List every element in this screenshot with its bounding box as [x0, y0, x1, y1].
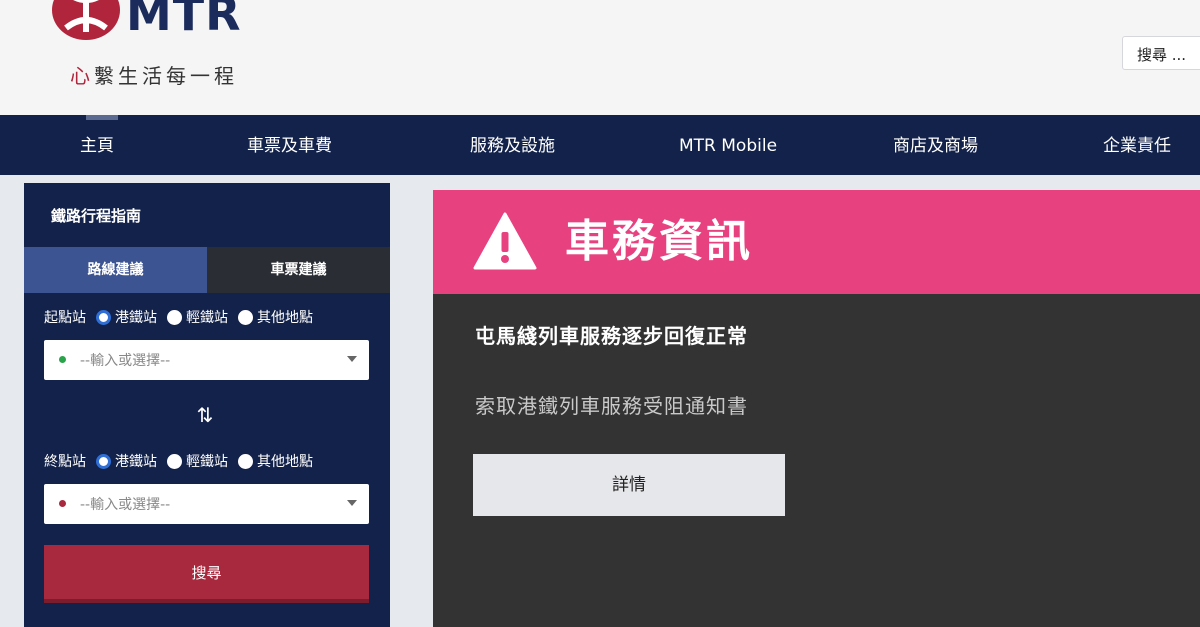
swap-icon[interactable]: ⇅: [190, 403, 220, 431]
chevron-down-icon: [347, 356, 357, 362]
logo-text[interactable]: MTR: [126, 0, 242, 44]
nav-item-tickets-fares[interactable]: 車票及車費: [247, 115, 332, 175]
tab-fare-suggestion[interactable]: 車票建議: [207, 247, 390, 293]
destination-type-row: 終點站 港鐵站 輕鐵站 其他地點: [44, 450, 319, 472]
destination-mtr-radio[interactable]: [96, 453, 111, 469]
planner-search-button[interactable]: 搜尋: [44, 545, 369, 603]
origin-placeholder: --輸入或選擇--: [80, 353, 171, 369]
slogan-heart: 心: [70, 64, 94, 88]
destination-other-label[interactable]: 其他地點: [257, 451, 313, 471]
destination-lrt-label[interactable]: 輕鐵站: [186, 451, 228, 471]
nav-item-home[interactable]: 主頁: [80, 115, 114, 175]
origin-other-label[interactable]: 其他地點: [257, 307, 313, 327]
header-search-button[interactable]: 搜尋 ...: [1122, 36, 1200, 70]
nav-item-services-facilities[interactable]: 服務及設施: [470, 115, 555, 175]
main-nav: 主頁 車票及車費 服務及設施 MTR Mobile 商店及商場 企業責任: [0, 115, 1200, 175]
origin-lrt-label[interactable]: 輕鐵站: [186, 307, 228, 327]
origin-type-row: 起點站 港鐵站 輕鐵站 其他地點: [44, 306, 319, 328]
details-button[interactable]: 詳情: [473, 454, 785, 516]
destination-dot-icon: [59, 500, 66, 507]
origin-mtr-radio[interactable]: [96, 309, 111, 325]
site-header: MTR 心繫生活每一程 搜尋 ...: [0, 0, 1200, 115]
slogan-rest: 繫生活每一程: [94, 64, 238, 88]
origin-dot-icon: [59, 356, 66, 363]
nav-item-shops-malls[interactable]: 商店及商場: [893, 115, 978, 175]
origin-lrt-radio[interactable]: [167, 309, 182, 325]
chevron-down-icon: [347, 500, 357, 506]
destination-placeholder: --輸入或選擇--: [80, 497, 171, 513]
destination-other-radio[interactable]: [238, 453, 253, 469]
destination-mtr-label[interactable]: 港鐵站: [115, 451, 157, 471]
nav-item-mtr-mobile[interactable]: MTR Mobile: [679, 115, 777, 175]
service-info-header: 車務資訊: [433, 190, 1200, 294]
service-headline: 屯馬綫列車服務逐步回復正常: [475, 324, 748, 348]
tab-route-suggestion[interactable]: 路線建議: [24, 247, 207, 293]
warning-icon: [473, 212, 537, 270]
nav-item-corporate-responsibility[interactable]: 企業責任: [1103, 115, 1171, 175]
destination-label: 終點站: [44, 454, 86, 470]
slogan: 心繫生活每一程: [70, 60, 238, 89]
planner-title: 鐵路行程指南: [51, 207, 142, 225]
origin-select[interactable]: --輸入或選擇--: [44, 340, 369, 380]
destination-lrt-radio[interactable]: [167, 453, 182, 469]
destination-select[interactable]: --輸入或選擇--: [44, 484, 369, 524]
service-info-title: 車務資訊: [565, 216, 753, 267]
origin-label: 起點站: [44, 310, 86, 326]
origin-mtr-label[interactable]: 港鐵站: [115, 307, 157, 327]
origin-other-radio[interactable]: [238, 309, 253, 325]
service-info-body: 屯馬綫列車服務逐步回復正常 索取港鐵列車服務受阻通知書 詳情: [433, 294, 1200, 627]
disruption-notice-link[interactable]: 索取港鐵列車服務受阻通知書: [475, 390, 748, 419]
mtr-logo-icon[interactable]: [52, 0, 120, 40]
journey-planner: 鐵路行程指南 路線建議 車票建議 起點站 港鐵站 輕鐵站 其他地點 --輸入或選…: [24, 183, 390, 627]
